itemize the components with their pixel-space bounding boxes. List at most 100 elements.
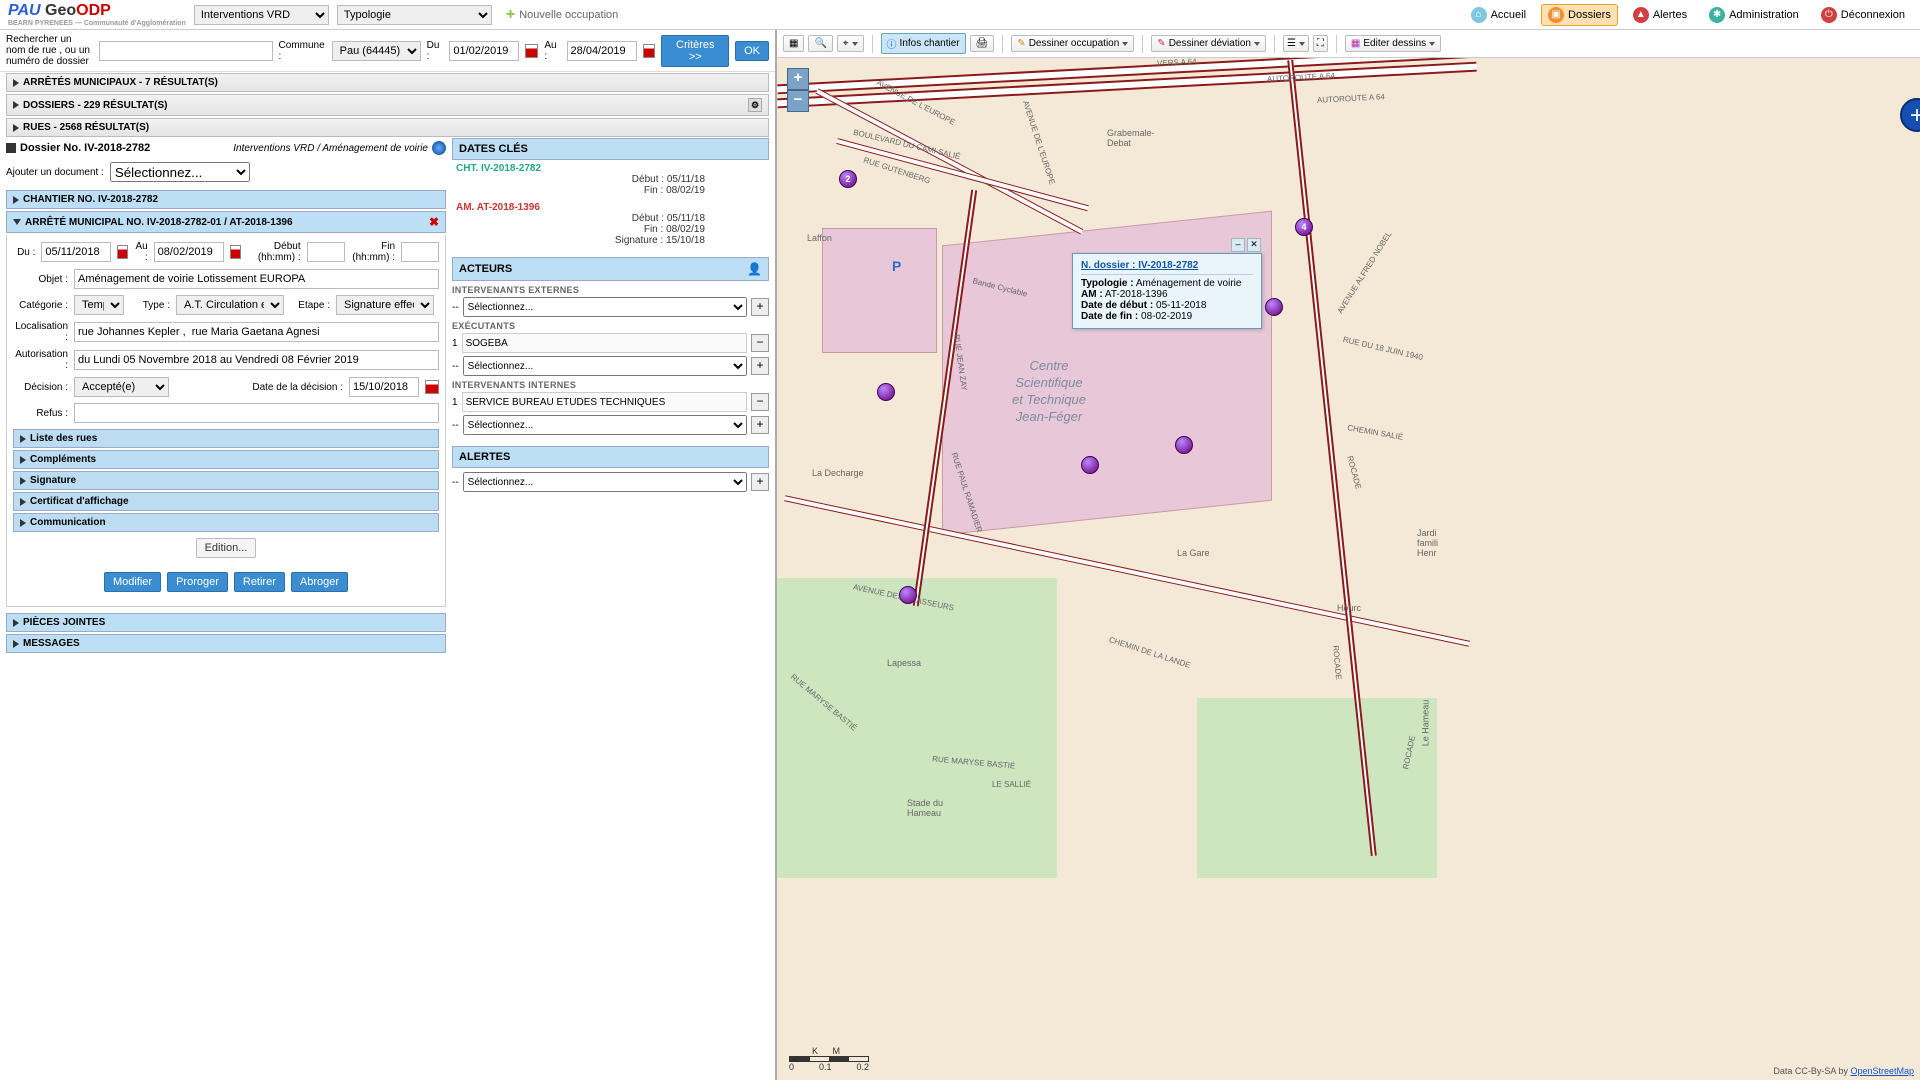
tool-print[interactable]: 🖨 (970, 35, 995, 52)
exec-select[interactable]: Sélectionnez... (463, 356, 747, 376)
section-alertes: ALERTES (452, 446, 769, 468)
acteurs-tool-icon[interactable]: 👤 (747, 262, 762, 276)
tool-pointer[interactable]: ⌖ (837, 35, 864, 52)
sub-signature[interactable]: Signature (13, 471, 439, 490)
add-button[interactable]: + (751, 298, 769, 316)
tool-dessiner-occupation[interactable]: ✎Dessiner occupation (1011, 35, 1134, 52)
form-type-select[interactable]: A.T. Circulation et/ou (176, 295, 284, 315)
new-occupation-button[interactable]: +Nouvelle occupation (500, 4, 624, 26)
popup-row: AM : AT-2018-1396 (1081, 289, 1253, 300)
tool-infos-chantier[interactable]: ⓘInfos chantier (881, 33, 966, 54)
map-marker[interactable] (877, 383, 895, 401)
form-du-input[interactable] (41, 242, 111, 262)
section-acteurs: ACTEURS👤 (452, 257, 769, 281)
ext-select[interactable]: Sélectionnez... (463, 297, 747, 317)
criteres-button[interactable]: Critères >> (661, 35, 729, 67)
map-place: Laffon (807, 233, 832, 243)
sub-liste-rues[interactable]: Liste des rues (13, 429, 439, 448)
chevron-right-icon (13, 619, 19, 627)
nav-deconnexion[interactable]: ⏻Déconnexion (1814, 4, 1912, 26)
calendar-icon[interactable] (425, 380, 439, 394)
abroger-button[interactable]: Abroger (291, 572, 348, 592)
commune-select[interactable]: Pau (64445) (332, 41, 421, 61)
sub-communication[interactable]: Communication (13, 513, 439, 532)
map-marker[interactable] (899, 586, 917, 604)
tool-editer-dessins[interactable]: ▦Editer dessins (1345, 35, 1441, 52)
map-street: ROCADE (1331, 645, 1343, 680)
remove-button[interactable]: − (751, 334, 769, 352)
retirer-button[interactable]: Retirer (234, 572, 285, 592)
form-debut-input[interactable] (307, 242, 345, 262)
add-button[interactable]: + (751, 473, 769, 491)
calendar-icon[interactable] (643, 44, 656, 58)
form-du-label: Du : (13, 247, 35, 258)
map-canvas[interactable]: Centre Scientifique et Technique Jean-Fé… (777, 58, 1920, 1080)
dossier-title: Dossier No. IV-2018-2782 (20, 142, 150, 154)
form-loc-input[interactable] (74, 322, 439, 342)
panel-arrete[interactable]: ARRÊTÉ MUNICIPAL NO. IV-2018-2782-01 / A… (6, 211, 446, 233)
add-button[interactable]: + (751, 416, 769, 434)
calendar-icon[interactable] (117, 245, 128, 259)
search-input[interactable] (99, 41, 273, 61)
tool-grid[interactable]: ▦ (783, 35, 804, 52)
accordion-arretes[interactable]: ARRÊTÉS MUNICIPAUX - 7 RÉSULTAT(S) (6, 73, 769, 92)
form-etape-select[interactable]: Signature effective (336, 295, 434, 315)
ext-label: INTERVENANTS EXTERNES (452, 285, 769, 295)
add-button[interactable]: + (751, 357, 769, 375)
alerte-select[interactable]: Sélectionnez... (463, 472, 747, 492)
globe-icon[interactable] (432, 141, 446, 155)
map-marker[interactable]: 4 (1295, 218, 1313, 236)
tool-layers[interactable]: ☰ (1283, 35, 1309, 52)
map-marker[interactable] (1081, 456, 1099, 474)
map-panel: ▦ 🔍 ⌖ ⓘInfos chantier 🖨 ✎Dessiner occupa… (777, 30, 1920, 1080)
form-au-input[interactable] (154, 242, 224, 262)
accordion-dossiers[interactable]: DOSSIERS - 229 RÉSULTAT(S)⚙ (6, 94, 769, 116)
form-auth-input[interactable] (74, 350, 439, 370)
tool-fullscreen[interactable]: ⛶ (1313, 35, 1328, 52)
nav-alertes[interactable]: ▲Alertes (1626, 4, 1694, 26)
form-au-label: Au : (134, 241, 147, 263)
form-datedec-input[interactable] (349, 377, 419, 397)
ok-button[interactable]: OK (735, 41, 769, 61)
tool-search[interactable]: 🔍 (808, 35, 832, 52)
map-marker[interactable] (1175, 436, 1193, 454)
sub-complements[interactable]: Compléments (13, 450, 439, 469)
sub-certificat[interactable]: Certificat d'affichage (13, 492, 439, 511)
calendar-icon[interactable] (230, 245, 241, 259)
add-doc-select[interactable]: Sélectionnez... (110, 162, 250, 182)
folder-icon: ▣ (1548, 7, 1564, 23)
popup-dossier-link[interactable]: N. dossier : IV-2018-2782 (1081, 260, 1198, 271)
zoom-out-button[interactable]: − (787, 90, 809, 112)
proroger-button[interactable]: Proroger (167, 572, 228, 592)
form-refus-input[interactable] (74, 403, 439, 423)
top-select-domain[interactable]: Interventions VRD (194, 5, 329, 25)
int-select[interactable]: Sélectionnez... (463, 415, 747, 435)
popup-close-icon[interactable]: ✕ (1247, 238, 1261, 252)
nav-administration[interactable]: ✱Administration (1702, 4, 1806, 26)
date-du-input[interactable] (449, 41, 519, 61)
form-fin-input[interactable] (401, 242, 439, 262)
zoom-in-button[interactable]: + (787, 68, 809, 90)
top-select-typologie[interactable]: Typologie (337, 5, 492, 25)
panel-chantier[interactable]: CHANTIER NO. IV-2018-2782 (6, 190, 446, 209)
panel-pj[interactable]: PIÈCES JOINTES (6, 613, 446, 632)
accordion-rues[interactable]: RUES - 2568 RÉSULTAT(S) (6, 118, 769, 137)
tool-dessiner-deviation[interactable]: ✎Dessiner déviation (1151, 35, 1266, 52)
edition-button[interactable]: Edition... (196, 538, 257, 558)
calendar-icon[interactable] (525, 44, 538, 58)
remove-button[interactable]: − (751, 393, 769, 411)
form-dec-select[interactable]: Accepté(e) (74, 377, 169, 397)
nav-dossiers[interactable]: ▣Dossiers (1541, 4, 1618, 26)
form-objet-input[interactable] (74, 269, 439, 289)
map-marker[interactable]: 2 (839, 170, 857, 188)
popup-min-icon[interactable]: – (1231, 238, 1245, 252)
osm-link[interactable]: OpenStreetMap (1850, 1066, 1914, 1076)
modifier-button[interactable]: Modifier (104, 572, 161, 592)
nav-accueil[interactable]: ⌂Accueil (1464, 4, 1533, 26)
map-marker[interactable] (1265, 298, 1283, 316)
date-au-input[interactable] (567, 41, 637, 61)
form-cat-select[interactable]: Temporaire (74, 295, 124, 315)
delete-icon[interactable]: ✖ (429, 215, 439, 229)
panel-messages[interactable]: MESSAGES (6, 634, 446, 653)
settings-icon[interactable]: ⚙ (748, 98, 762, 112)
